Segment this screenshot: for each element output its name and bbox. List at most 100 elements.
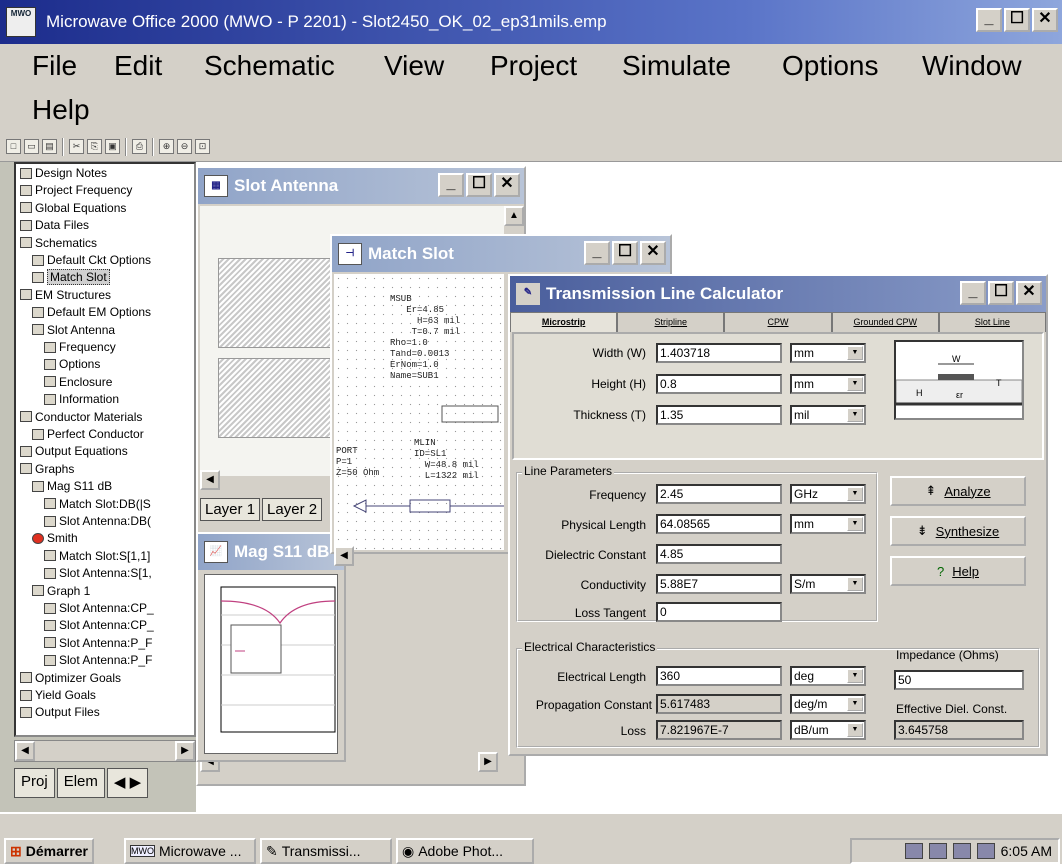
tree-item[interactable]: Optimizer Goals — [20, 670, 121, 686]
tab-stripline[interactable]: Stripline — [617, 312, 725, 332]
start-button[interactable]: ⊞ Démarrer — [4, 838, 94, 864]
tree-item[interactable]: Output Files — [20, 704, 100, 720]
clock[interactable]: 6:05 AM — [1001, 843, 1052, 859]
speaker-icon[interactable] — [904, 843, 923, 859]
chevron-down-icon[interactable]: ▼ — [847, 577, 863, 591]
thickness-unit-select[interactable]: mil ▼ — [790, 405, 866, 425]
physical-length-input[interactable]: 64.08565 — [656, 514, 782, 534]
tree-item[interactable]: Yield Goals — [20, 687, 96, 703]
propagation-unit-select[interactable]: deg/m ▼ — [790, 694, 866, 714]
tab-elem[interactable]: Elem — [56, 768, 105, 798]
chevron-down-icon[interactable]: ▼ — [847, 723, 863, 737]
tree-item[interactable]: Graph 1 — [32, 583, 90, 599]
elec-length-input[interactable]: 360 — [656, 666, 782, 686]
tree-item[interactable]: Slot Antenna:CP_ — [44, 600, 154, 616]
maximize-button[interactable]: ☐ — [612, 241, 638, 265]
print-icon[interactable]: ⎙ — [132, 139, 147, 154]
cut-icon[interactable]: ✂ — [69, 139, 84, 154]
loss-unit-select[interactable]: dB/um ▼ — [790, 720, 866, 740]
tab-microstrip[interactable]: Microstrip — [510, 312, 618, 332]
project-tree[interactable]: Design Notes Project Frequency Global Equa… — [14, 162, 196, 737]
schematic-canvas[interactable]: MSUB Er=4.85 H=63 mil T=0.7 mil Rho=1.0 … — [334, 274, 504, 550]
maximize-button[interactable]: ☐ — [1004, 8, 1030, 32]
tree-item[interactable]: Project Frequency — [20, 182, 132, 198]
scroll-left-icon[interactable]: ◀ — [334, 546, 354, 566]
menu-options[interactable]: Options — [782, 44, 879, 88]
minimize-button[interactable]: _ — [438, 173, 464, 197]
minimize-button[interactable]: _ — [960, 281, 986, 305]
zoom-in-icon[interactable]: ⊕ — [159, 139, 174, 154]
menu-schematic[interactable]: Schematic — [204, 44, 335, 88]
tree-item[interactable]: Slot Antenna:S[1, — [44, 565, 152, 581]
tab-layer-2[interactable]: Layer 2 — [262, 498, 323, 521]
tree-item[interactable]: Mag S11 dB — [32, 478, 112, 494]
tree-item[interactable]: Global Equations — [20, 200, 126, 216]
tree-item[interactable]: Match Slot:DB(|S — [44, 496, 151, 512]
close-button[interactable]: ✕ — [494, 173, 520, 197]
taskbar-item-microwave[interactable]: MWO Microwave ... — [124, 838, 256, 864]
menu-help[interactable]: Help — [32, 88, 90, 132]
menu-project[interactable]: Project — [490, 44, 577, 88]
taskbar-item-transmission[interactable]: ✎ Transmissi... — [260, 838, 392, 864]
tree-item[interactable]: Slot Antenna:P_F — [44, 652, 152, 668]
scroll-up-icon[interactable]: ▲ — [504, 206, 524, 226]
menu-view[interactable]: View — [384, 44, 444, 88]
tab-proj[interactable]: Proj — [14, 768, 55, 798]
tree-item[interactable]: Slot Antenna:P_F — [44, 635, 152, 651]
height-input[interactable]: 0.8 — [656, 374, 782, 394]
width-unit-select[interactable]: mm ▼ — [790, 343, 866, 363]
tlc-titlebar[interactable]: ✎ Transmission Line Calculator _ ☐ ✕ — [510, 276, 1046, 312]
tlc-window[interactable]: ✎ Transmission Line Calculator _ ☐ ✕ Micro… — [508, 274, 1048, 756]
conductivity-unit-select[interactable]: S/m ▼ — [790, 574, 866, 594]
physical-length-unit-select[interactable]: mm ▼ — [790, 514, 866, 534]
minimize-button[interactable]: _ — [976, 8, 1002, 32]
scroll-right-icon[interactable]: ▶ — [478, 752, 498, 772]
tree-item[interactable]: Slot Antenna — [32, 322, 115, 338]
chevron-down-icon[interactable]: ▼ — [847, 487, 863, 501]
elec-length-unit-select[interactable]: deg ▼ — [790, 666, 866, 686]
chevron-down-icon[interactable]: ▼ — [847, 346, 863, 360]
tree-item[interactable]: Default Ckt Options — [32, 252, 151, 268]
tree-item[interactable]: Information — [44, 391, 119, 407]
tab-slot-line[interactable]: Slot Line — [938, 312, 1047, 332]
tree-item[interactable]: Match Slot:S[1,1] — [44, 548, 150, 564]
match-slot-titlebar[interactable]: ⊣ Match Slot _ ☐ ✕ — [332, 236, 670, 272]
chevron-down-icon[interactable]: ▼ — [847, 377, 863, 391]
analyze-button[interactable]: ⇞ Analyze — [890, 476, 1026, 506]
menu-file[interactable]: File — [32, 44, 77, 88]
menu-window[interactable]: Window — [922, 44, 1022, 88]
dielectric-input[interactable]: 4.85 — [656, 544, 782, 564]
tray-app-icon[interactable] — [976, 843, 995, 859]
tree-item[interactable]: Enclosure — [44, 374, 112, 390]
help-button[interactable]: ? Help — [890, 556, 1026, 586]
tree-item[interactable]: EM Structures — [20, 287, 111, 303]
new-icon[interactable]: □ — [6, 139, 21, 154]
tab-nav-arrows[interactable]: ◀ ▶ — [106, 768, 149, 798]
tree-item[interactable]: Default EM Options — [32, 304, 151, 320]
width-input[interactable]: 1.403718 — [656, 343, 782, 363]
slot-antenna-titlebar[interactable]: ▦ Slot Antenna _ ☐ ✕ — [198, 168, 524, 204]
chevron-down-icon[interactable]: ▼ — [847, 669, 863, 683]
tab-layer-1[interactable]: Layer 1 — [200, 498, 261, 521]
tree-item[interactable]: Match Slot — [32, 269, 110, 286]
tree-item[interactable]: Frequency — [44, 339, 116, 355]
graph-titlebar[interactable]: 📈 Mag S11 dB — [198, 534, 344, 570]
tree-item[interactable]: Perfect Conductor — [32, 426, 144, 442]
zoom-fit-icon[interactable]: ⊡ — [195, 139, 210, 154]
tree-item[interactable]: Design Notes — [20, 165, 107, 181]
thickness-input[interactable]: 1.35 — [656, 405, 782, 425]
close-button[interactable]: ✕ — [1016, 281, 1042, 305]
height-unit-select[interactable]: mm ▼ — [790, 374, 866, 394]
close-button[interactable]: ✕ — [1032, 8, 1058, 32]
network-icon[interactable] — [928, 843, 947, 859]
scroll-left-icon[interactable]: ◀ — [200, 470, 220, 490]
minimize-button[interactable]: _ — [584, 241, 610, 265]
scroll-right-icon[interactable]: ▶ — [175, 741, 195, 761]
tray-app-icon[interactable] — [952, 843, 971, 859]
maximize-button[interactable]: ☐ — [466, 173, 492, 197]
chevron-down-icon[interactable]: ▼ — [847, 408, 863, 422]
tab-grounded-cpw[interactable]: Grounded CPW — [831, 312, 939, 332]
impedance-input[interactable]: 50 — [894, 670, 1024, 690]
conductivity-input[interactable]: 5.88E7 — [656, 574, 782, 594]
loss-tangent-input[interactable]: 0 — [656, 602, 782, 622]
